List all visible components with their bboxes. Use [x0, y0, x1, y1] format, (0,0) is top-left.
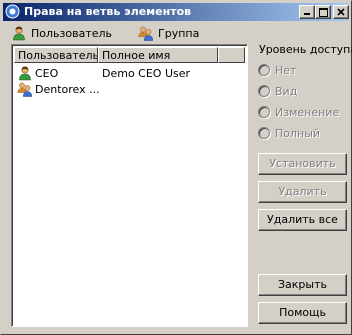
add-user-label: Пользователь [31, 26, 113, 40]
window-title: Права на ветвь элементов [24, 5, 192, 18]
list-item[interactable]: CEO Demo CEO User [14, 65, 245, 82]
access-radio-label: Нет [275, 63, 297, 77]
maximize-button[interactable] [315, 5, 331, 19]
user-name-cell: Dentorex ... [35, 83, 100, 96]
group-icon [138, 26, 153, 41]
set-button[interactable]: Установить [258, 153, 347, 175]
user-name-cell: CEO [35, 67, 59, 80]
access-radio-none[interactable]: Нет [258, 63, 296, 77]
list-header: Пользователь Полное имя [14, 47, 245, 63]
app-icon [5, 4, 20, 19]
access-radio-label: Изменение [275, 105, 340, 119]
column-header-full-name[interactable]: Полное имя [98, 47, 218, 63]
column-header-extra[interactable] [218, 47, 245, 63]
user-icon [19, 66, 31, 81]
full-name-cell: Demo CEO User [102, 67, 191, 80]
close-icon [337, 8, 345, 16]
close-window-button[interactable] [333, 5, 349, 19]
column-header-user[interactable]: Пользователь [14, 47, 98, 63]
access-level-title: Уровень доступа [259, 43, 352, 56]
add-user-button[interactable]: Пользователь [11, 24, 112, 42]
access-radio-full[interactable]: Полный [258, 126, 320, 140]
permissions-list[interactable]: Пользователь Полное имя CEO Demo CEO Use… [11, 44, 248, 327]
radio-button-icon [258, 85, 270, 97]
access-radio-label: Вид [275, 84, 298, 98]
minimize-button[interactable] [299, 5, 315, 19]
group-icon [17, 82, 32, 97]
radio-button-icon [258, 127, 270, 139]
access-radio-edit[interactable]: Изменение [258, 105, 339, 119]
radio-button-icon [258, 64, 270, 76]
access-radio-view[interactable]: Вид [258, 84, 297, 98]
title-bar[interactable]: Права на ветвь элементов [3, 3, 349, 21]
add-group-button[interactable]: Группа [138, 24, 199, 42]
radio-button-icon [258, 106, 270, 118]
maximize-icon [319, 8, 328, 17]
user-icon [13, 26, 25, 41]
close-button[interactable]: Закрыть [258, 274, 347, 296]
permissions-dialog: Права на ветвь элементов Пользователь Гр… [0, 0, 352, 335]
help-button[interactable]: Помощь [258, 302, 347, 324]
add-group-label: Группа [158, 26, 200, 40]
access-radio-label: Полный [275, 126, 321, 140]
delete-all-button[interactable]: Удалить все [258, 209, 347, 231]
list-item[interactable]: Dentorex ... [14, 81, 245, 98]
minimize-icon [304, 13, 310, 15]
delete-button[interactable]: Удалить [258, 181, 347, 203]
